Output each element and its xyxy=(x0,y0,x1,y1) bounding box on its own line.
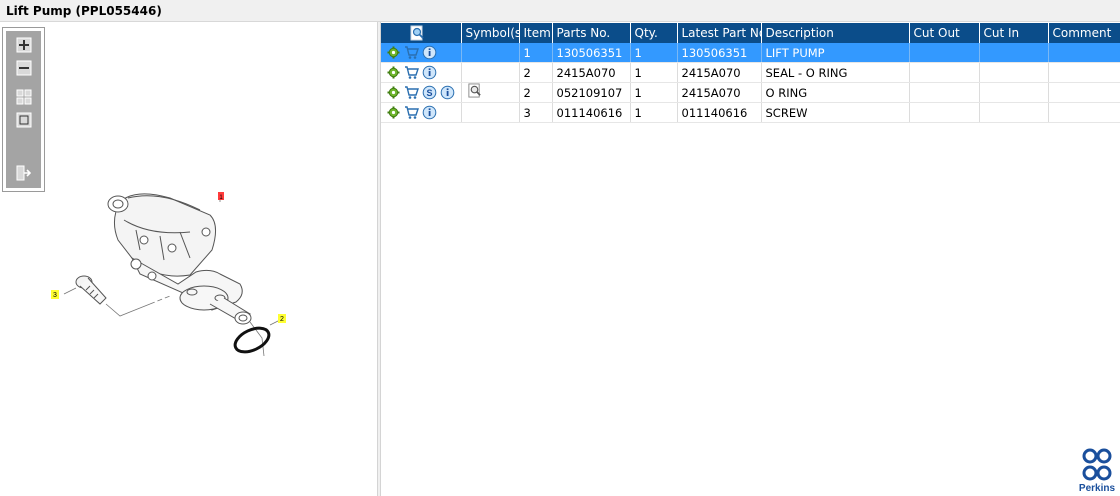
comment-cell xyxy=(1048,62,1120,83)
qty-cell: 1 xyxy=(630,43,678,63)
gear-icon[interactable] xyxy=(386,105,401,120)
title-bar: Lift Pump (PPL055446) xyxy=(0,0,1120,22)
comment-cell xyxy=(1048,43,1120,63)
table-row[interactable]: 3 011140616 1 011140616 SCREW xyxy=(381,102,1120,123)
symbols-cell xyxy=(461,102,520,123)
latest-part-no-cell: 130506351 xyxy=(677,43,762,63)
cut-in-cell xyxy=(979,102,1049,123)
s-icon[interactable]: S xyxy=(422,85,437,100)
table-row[interactable]: 1 130506351 1 130506351 LIFT PUMP xyxy=(381,43,1120,63)
table-row[interactable]: S 2 052109107 1 2415A070 O RING xyxy=(381,82,1120,103)
magnifier-page-icon[interactable] xyxy=(467,83,483,99)
zoom-in-button[interactable] xyxy=(16,37,32,53)
description-cell: SCREW xyxy=(761,102,910,123)
info-icon[interactable] xyxy=(440,85,455,100)
fit-all-button[interactable] xyxy=(16,89,32,105)
viewer-toolbar-body xyxy=(6,31,41,188)
column-header-parts-no[interactable]: Parts No. xyxy=(552,23,631,43)
minus-icon xyxy=(16,60,32,76)
cart-icon[interactable] xyxy=(404,45,419,60)
export-button[interactable] xyxy=(16,165,32,181)
row-actions-cell xyxy=(381,43,462,63)
column-header-latest-part-no[interactable]: Latest Part No. xyxy=(677,23,762,43)
parts-list-pane: Symbol(s) Item Parts No. Qty. Latest Par… xyxy=(381,22,1120,496)
viewer-toolbar xyxy=(2,27,45,192)
item-cell: 1 xyxy=(519,43,553,63)
cut-out-cell xyxy=(909,102,980,123)
latest-part-no-cell: 2415A070 xyxy=(677,82,762,103)
cart-icon[interactable] xyxy=(404,105,419,120)
column-header-item[interactable]: Item xyxy=(519,23,553,43)
row-actions-cell xyxy=(381,62,462,83)
square-icon xyxy=(16,112,32,128)
cut-in-cell xyxy=(979,82,1049,103)
column-header-cut-in[interactable]: Cut In xyxy=(979,23,1049,43)
window-title: Lift Pump (PPL055446) xyxy=(6,4,162,18)
actual-size-button[interactable] xyxy=(16,112,32,128)
qty-cell: 1 xyxy=(630,102,678,123)
magnifier-page-icon[interactable] xyxy=(409,25,425,41)
callout-3-label: 3 xyxy=(53,292,57,299)
description-cell: LIFT PUMP xyxy=(761,43,910,63)
cart-icon[interactable] xyxy=(404,85,419,100)
plus-icon xyxy=(16,37,32,53)
svg-text:S: S xyxy=(426,88,432,98)
parts-table: Symbol(s) Item Parts No. Qty. Latest Par… xyxy=(381,23,1120,123)
table-row[interactable]: 2 2415A070 1 2415A070 SEAL - O RING xyxy=(381,62,1120,83)
item-cell: 2 xyxy=(519,82,553,103)
comment-cell xyxy=(1048,102,1120,123)
export-icon xyxy=(16,165,32,181)
gear-icon[interactable] xyxy=(386,85,401,100)
callout-2-label: 2 xyxy=(280,316,284,323)
gear-icon[interactable] xyxy=(386,65,401,80)
info-icon[interactable] xyxy=(422,105,437,120)
column-header-symbols[interactable]: Symbol(s) xyxy=(461,23,520,43)
description-cell: O RING xyxy=(761,82,910,103)
item-cell: 2 xyxy=(519,62,553,83)
table-header-row: Symbol(s) Item Parts No. Qty. Latest Par… xyxy=(381,23,1120,43)
qty-cell: 1 xyxy=(630,82,678,103)
column-header-comment[interactable]: Comment xyxy=(1048,23,1120,43)
column-header-qty[interactable]: Qty. xyxy=(630,23,678,43)
gear-icon[interactable] xyxy=(386,45,401,60)
symbols-cell xyxy=(461,43,520,63)
brand-logo-text: Perkins xyxy=(1078,483,1116,494)
info-icon[interactable] xyxy=(422,45,437,60)
info-icon[interactable] xyxy=(422,65,437,80)
latest-part-no-cell: 2415A070 xyxy=(677,62,762,83)
column-header-actions[interactable] xyxy=(381,23,462,43)
qty-cell: 1 xyxy=(630,62,678,83)
perkins-logo: Perkins xyxy=(1077,447,1117,494)
column-header-cut-out[interactable]: Cut Out xyxy=(909,23,980,43)
latest-part-no-cell: 011140616 xyxy=(677,102,762,123)
parts-illustration[interactable]: 1 2 3 xyxy=(40,180,300,370)
row-actions-cell xyxy=(381,102,462,123)
cut-out-cell xyxy=(909,82,980,103)
cut-in-cell xyxy=(979,62,1049,83)
item-cell: 3 xyxy=(519,102,553,123)
cut-out-cell xyxy=(909,43,980,63)
column-header-description[interactable]: Description xyxy=(761,23,910,43)
cart-icon[interactable] xyxy=(404,65,419,80)
zoom-out-button[interactable] xyxy=(16,60,32,76)
parts-no-cell: 2415A070 xyxy=(552,62,631,83)
parts-table-body: 1 130506351 1 130506351 LIFT PUMP 2 2415A070 1 2… xyxy=(381,43,1120,123)
symbols-cell xyxy=(461,62,520,83)
row-actions-cell: S xyxy=(381,82,462,103)
cut-out-cell xyxy=(909,62,980,83)
description-cell: SEAL - O RING xyxy=(761,62,910,83)
parts-no-cell: 130506351 xyxy=(552,43,631,63)
comment-cell xyxy=(1048,82,1120,103)
parts-no-cell: 011140616 xyxy=(552,102,631,123)
grid-icon xyxy=(16,89,32,105)
parts-no-cell: 052109107 xyxy=(552,82,631,103)
symbols-cell xyxy=(461,82,520,103)
cut-in-cell xyxy=(979,43,1049,63)
perkins-logo-mark xyxy=(1082,448,1112,481)
